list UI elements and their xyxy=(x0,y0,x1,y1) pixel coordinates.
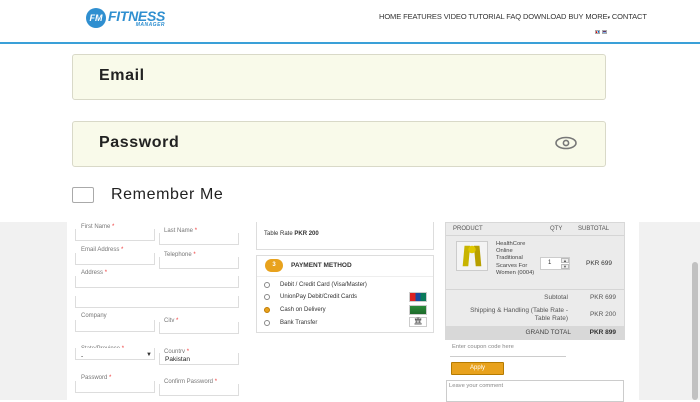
scarf-image-icon xyxy=(462,245,482,267)
bank-icon: 🏛 xyxy=(409,317,427,327)
email-field[interactable]: Email xyxy=(72,54,606,100)
password-field[interactable]: Password xyxy=(72,121,606,167)
logo-badge: FM xyxy=(86,8,106,28)
step-number-badge: 3 xyxy=(265,259,283,272)
product-column-header: PRODUCT xyxy=(453,226,483,232)
main-nav: HOME FEATURES VIDEO TUTORIAL FAQ DOWNLOA… xyxy=(379,12,647,21)
payment-method-label: Debit / Credit Card (Visa/Master) xyxy=(280,282,367,288)
shipping-rate-text: Table Rate PKR 200 xyxy=(264,231,319,237)
state-value: - xyxy=(81,353,84,360)
chevron-down-icon: ▼ xyxy=(146,352,152,358)
unionpay-icon xyxy=(409,292,427,302)
subtotal-column-header: SUBTOTAL xyxy=(578,226,610,232)
payment-method-label: Cash on Delivery xyxy=(280,307,326,313)
password-label: Password xyxy=(99,134,180,151)
chevron-down-icon: ▾ xyxy=(607,15,610,21)
subtotal-value: PKR 699 xyxy=(589,294,616,301)
address-line1-input[interactable] xyxy=(75,276,239,288)
qty-column-header: QTY xyxy=(550,226,563,232)
subtotal-label: Subtotal xyxy=(544,294,568,301)
nav-faq[interactable]: FAQ xyxy=(506,12,521,21)
language-flag-icon[interactable] xyxy=(602,30,607,34)
state-select[interactable] xyxy=(75,348,155,360)
product-thumbnail[interactable] xyxy=(456,241,488,271)
qty-decrease-button[interactable]: ▼ xyxy=(561,264,569,269)
scrollbar-thumb[interactable] xyxy=(692,262,698,400)
uk-flag-icon[interactable] xyxy=(595,30,600,34)
nav-download[interactable]: DOWNLOAD xyxy=(523,12,566,21)
shipping-handling-label: Shipping & Handling (Table Rate - Table … xyxy=(470,307,568,322)
shipping-handling-value: PKR 200 xyxy=(589,311,616,318)
payment-method-label: UnionPay Debit/Credit Cards xyxy=(280,294,358,300)
apply-coupon-button[interactable]: Apply xyxy=(451,362,504,375)
show-password-eye-icon[interactable] xyxy=(555,136,577,150)
radio-cash-on-delivery[interactable] xyxy=(264,307,270,313)
remember-me-checkbox[interactable] xyxy=(72,187,94,203)
cash-icon xyxy=(409,305,427,315)
first-name-input[interactable] xyxy=(75,229,155,241)
country-value: Pakistan xyxy=(165,356,190,363)
nav-contact[interactable]: CONTACT xyxy=(612,12,647,21)
quantity-value: 1 xyxy=(548,260,552,266)
logo-main-text: FITNESS xyxy=(108,7,166,24)
coupon-underline xyxy=(450,356,566,357)
product-name[interactable]: HealthCore Online Traditional Scarves Fo… xyxy=(496,241,540,277)
remember-me-label: Remember Me xyxy=(111,186,224,203)
nav-more[interactable]: MORE xyxy=(585,12,607,21)
divider xyxy=(446,289,624,290)
payment-method-title: PAYMENT METHOD xyxy=(291,262,352,269)
site-header: FM FITNESS MANAGER HOME FEATURES VIDEO T… xyxy=(0,0,700,44)
company-label: Company xyxy=(81,313,107,319)
comment-placeholder: Leave your comment xyxy=(449,383,504,389)
qty-increase-button[interactable]: ▲ xyxy=(561,258,569,263)
radio-unionpay[interactable] xyxy=(264,294,270,300)
confirm-password-input[interactable] xyxy=(159,384,239,396)
grand-total-value: PKR 899 xyxy=(589,329,616,336)
address-line2-input[interactable] xyxy=(75,296,239,308)
email-address-input[interactable] xyxy=(75,253,155,265)
nav-video-tutorial[interactable]: VIDEO TUTORIAL xyxy=(444,12,505,21)
radio-bank-transfer[interactable] xyxy=(264,320,270,326)
logo-wordmark: FITNESS MANAGER xyxy=(108,9,165,28)
product-price: PKR 699 xyxy=(586,260,613,267)
city-input[interactable] xyxy=(159,322,239,334)
nav-home[interactable]: HOME xyxy=(379,12,401,21)
language-switcher xyxy=(595,30,607,34)
coupon-input[interactable]: Enter coupon code here xyxy=(452,344,514,350)
company-input[interactable] xyxy=(75,320,155,332)
email-label: Email xyxy=(99,67,145,84)
nav-buy[interactable]: BUY xyxy=(568,12,583,21)
divider xyxy=(446,235,624,236)
divider xyxy=(257,276,433,277)
grand-total-label: GRAND TOTAL xyxy=(525,329,571,336)
telephone-input[interactable] xyxy=(159,257,239,269)
payment-method-label: Bank Transfer xyxy=(280,320,318,326)
last-name-input[interactable] xyxy=(159,233,239,245)
password-billing-input[interactable] xyxy=(75,381,155,393)
radio-debit-credit-card[interactable] xyxy=(264,282,270,288)
nav-features[interactable]: FEATURES xyxy=(403,12,442,21)
fitness-manager-logo[interactable]: FM FITNESS MANAGER xyxy=(86,8,165,28)
